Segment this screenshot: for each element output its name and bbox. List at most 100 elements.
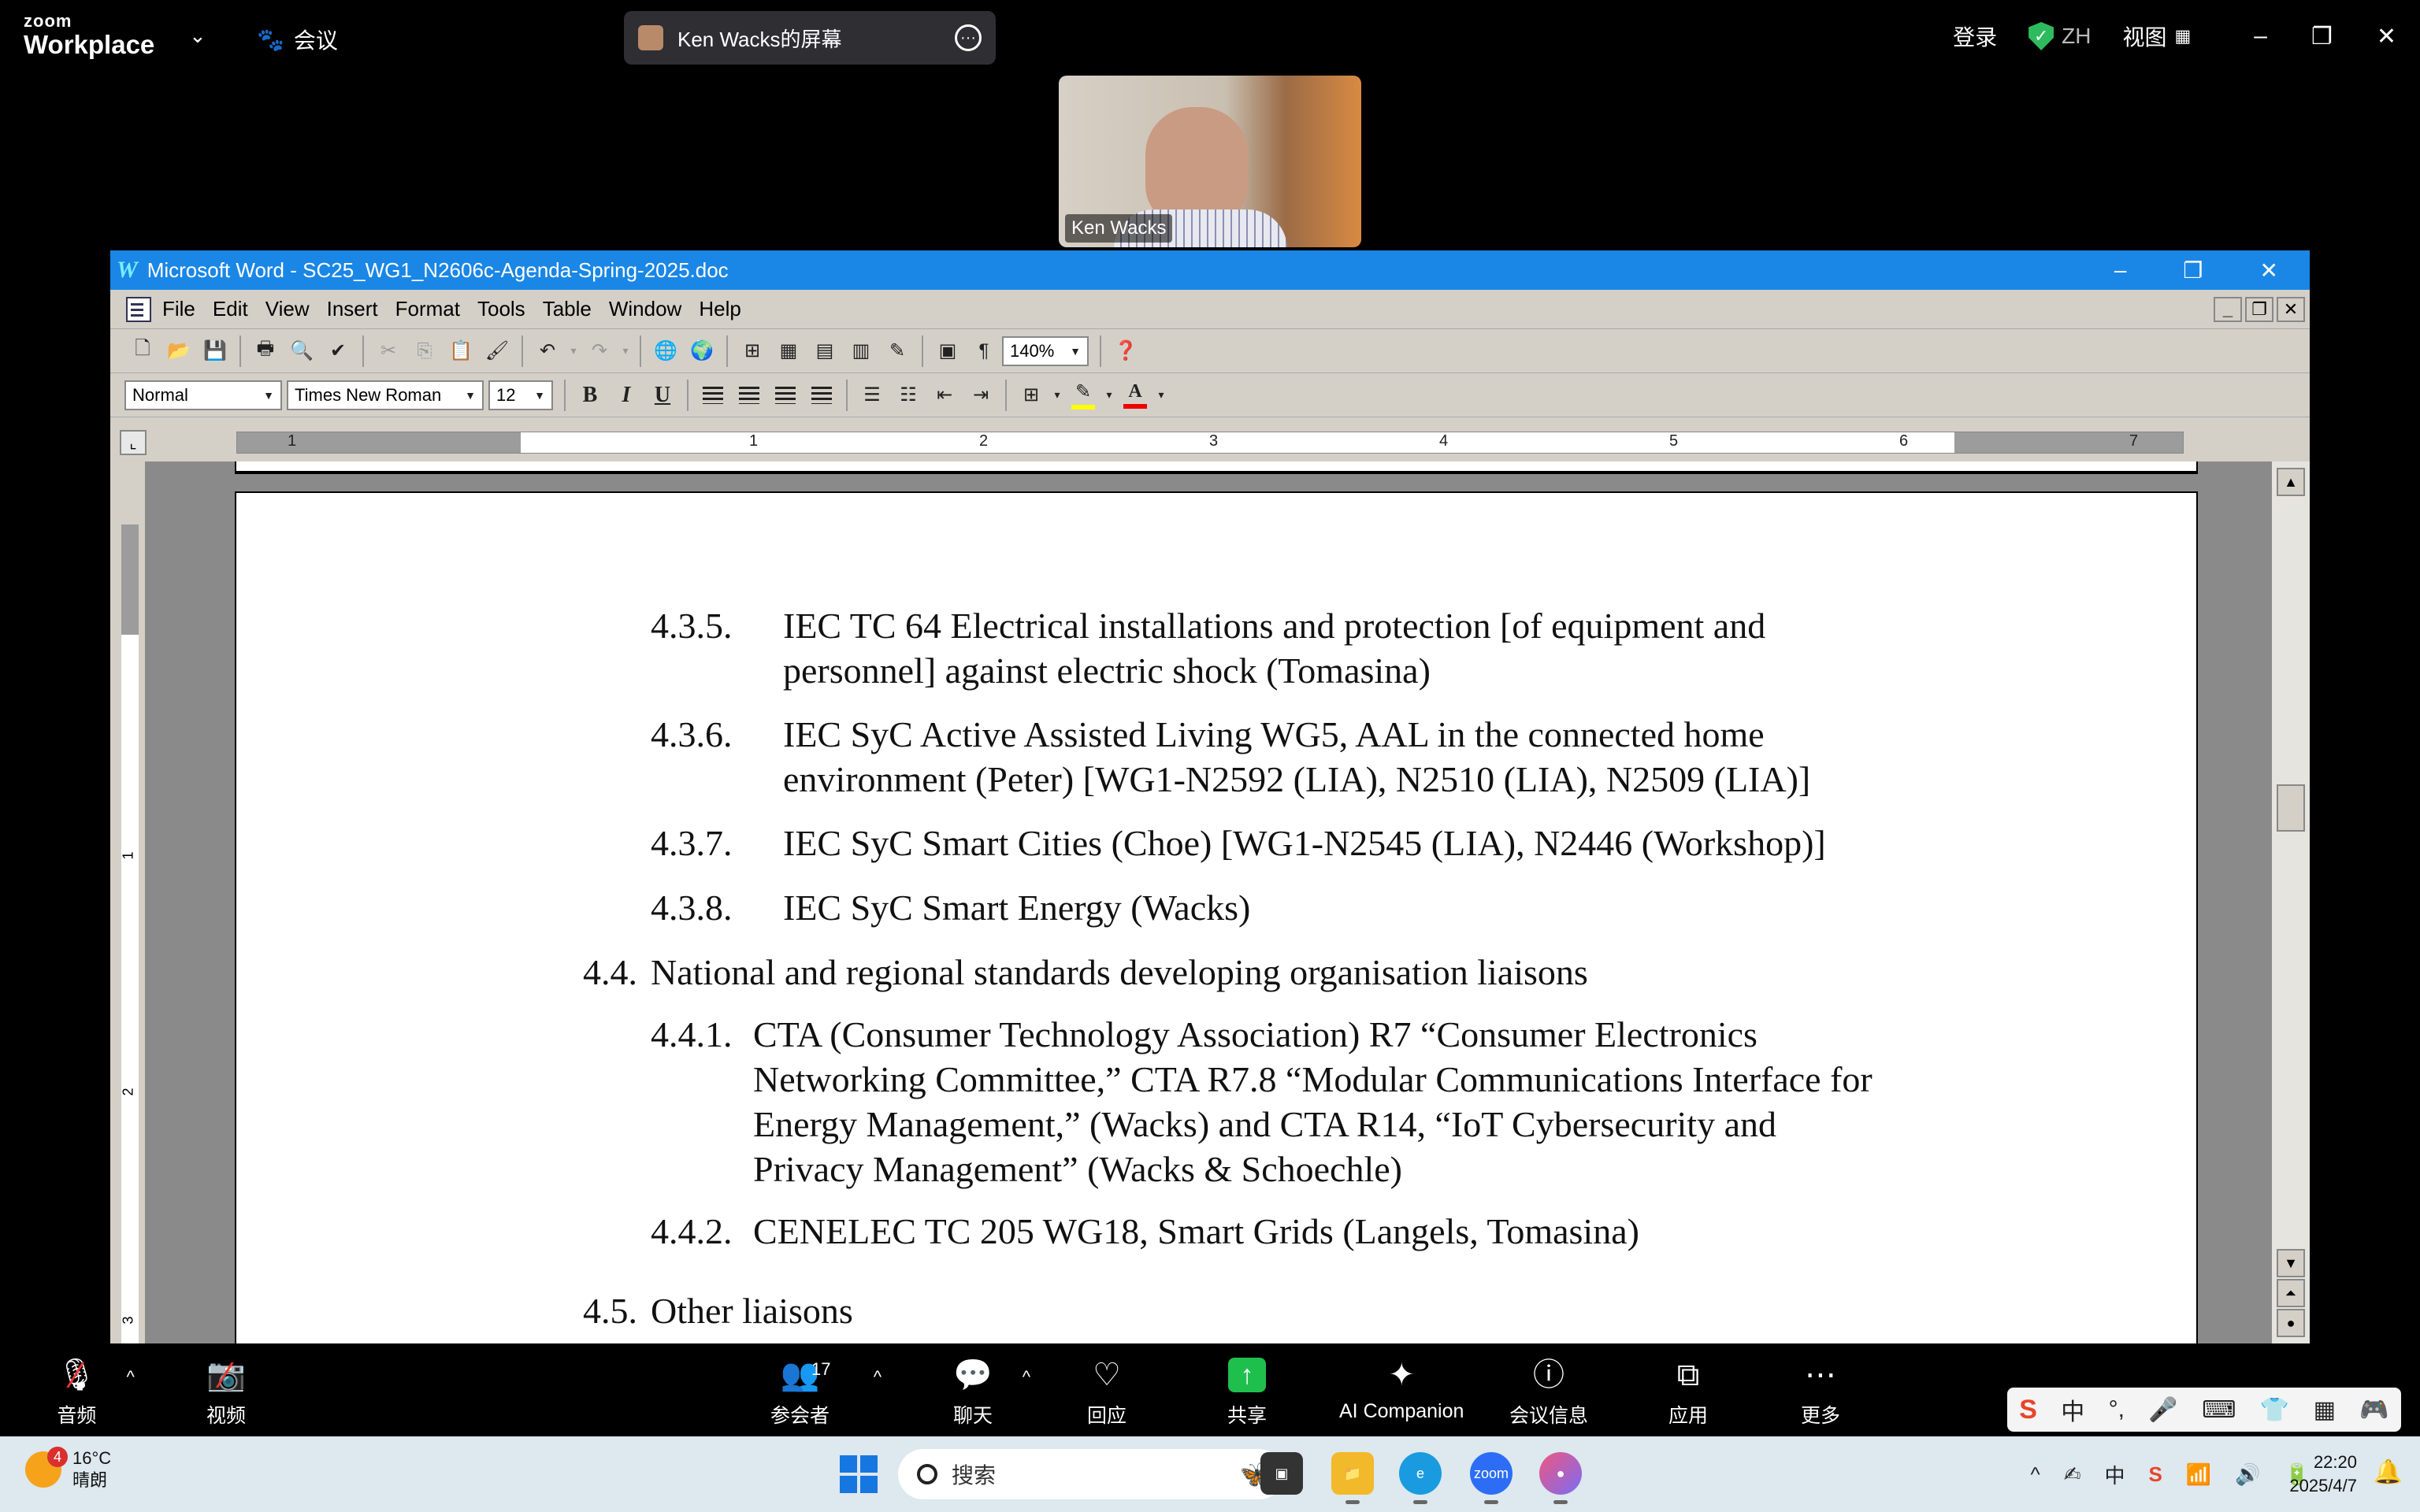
chevron-up-icon[interactable]: ^ <box>2031 1462 2040 1487</box>
format-painter-icon[interactable]: 🖌 <box>479 335 515 368</box>
underline-icon[interactable]: U <box>644 379 681 412</box>
meeting-info-button[interactable]: ⓘ 会议信息 <box>1509 1356 1588 1429</box>
audio-button[interactable]: 🎙 ⁄ 音频 ^ <box>57 1356 135 1429</box>
borders-icon[interactable]: ⊞ <box>1013 379 1049 412</box>
participants-button[interactable]: 👥 17 参会者 ^ <box>770 1356 882 1429</box>
font-color-icon[interactable]: A <box>1117 379 1153 412</box>
help-icon[interactable]: ❓ <box>1108 335 1144 368</box>
doc-minimize-icon[interactable]: _ <box>2214 296 2242 322</box>
ai-companion-button[interactable]: ✦ AI Companion <box>1339 1356 1464 1423</box>
undo-icon[interactable]: ↶ <box>529 335 566 368</box>
increase-indent-icon[interactable]: ⇥ <box>963 379 999 412</box>
tab-selector-icon[interactable]: ⌞ <box>120 430 147 455</box>
menu-view[interactable]: View <box>265 297 310 321</box>
document-icon[interactable] <box>126 296 151 322</box>
minimize-icon[interactable]: – <box>2254 23 2267 50</box>
file-explorer-icon[interactable]: 📁 <box>1331 1452 1374 1504</box>
doc-close-icon[interactable]: ✕ <box>2277 296 2305 322</box>
insert-excel-icon[interactable]: ▤ <box>807 335 843 368</box>
react-button[interactable]: ♡ 回应 <box>1087 1356 1126 1429</box>
align-left-icon[interactable] <box>695 379 731 412</box>
document-area[interactable]: 4.3.5. IEC TC 64 Electrical installation… <box>145 461 2272 1343</box>
restore-icon[interactable]: ❐ <box>2311 23 2333 50</box>
chat-button[interactable]: 💬 聊天 ^ <box>953 1356 1030 1429</box>
menu-tools[interactable]: Tools <box>477 297 525 321</box>
drawing-icon[interactable]: ✎ <box>879 335 915 368</box>
weather-widget[interactable]: 4 16°C 晴朗 <box>25 1447 111 1492</box>
scroll-up-icon[interactable]: ▲ <box>2277 468 2305 496</box>
columns-icon[interactable]: ▥ <box>843 335 879 368</box>
minimize-icon[interactable]: – <box>2114 258 2127 284</box>
redo-icon[interactable]: ↷ <box>581 335 618 368</box>
bullets-icon[interactable]: ☷ <box>890 379 926 412</box>
copy-icon[interactable]: ⎘ <box>406 335 443 368</box>
close-icon[interactable]: ✕ <box>2260 258 2278 284</box>
bold-icon[interactable]: B <box>572 379 608 412</box>
font-size-combo[interactable]: 12 ▼ <box>488 380 553 410</box>
skin-icon[interactable]: 👕 <box>2260 1396 2289 1424</box>
scroll-down-icon[interactable]: ▼ <box>2277 1249 2305 1277</box>
chevron-up-icon[interactable]: ^ <box>874 1367 882 1388</box>
taskbar-search[interactable]: 搜索 🦋 <box>898 1449 1284 1499</box>
previous-page-icon[interactable]: ⏶ <box>2277 1279 2305 1307</box>
tables-borders-icon[interactable]: ⊞ <box>734 335 770 368</box>
highlight-dropdown-icon[interactable]: ▾ <box>1101 379 1117 412</box>
clock[interactable]: 22:20 2025/4/7 <box>2289 1451 2357 1498</box>
align-center-icon[interactable] <box>731 379 767 412</box>
zoom-combo[interactable]: 140% ▼ <box>1002 335 1089 366</box>
undo-dropdown-icon[interactable]: ▾ <box>566 335 581 368</box>
sogou-tray-icon[interactable]: S <box>2149 1462 2162 1487</box>
menu-help[interactable]: Help <box>699 297 740 321</box>
menu-insert[interactable]: Insert <box>327 297 378 321</box>
document-map-icon[interactable]: ▣ <box>930 335 966 368</box>
spelling-icon[interactable]: ✔ <box>320 335 356 368</box>
justify-icon[interactable] <box>804 379 840 412</box>
edge-browser-icon[interactable]: e <box>1399 1452 1442 1504</box>
save-icon[interactable]: 💾 <box>197 335 233 368</box>
participant-video[interactable]: Ken Wacks <box>1059 76 1361 247</box>
align-right-icon[interactable] <box>767 379 804 412</box>
meeting-menu[interactable]: 🐾 会议 <box>257 24 338 55</box>
vertical-scrollbar[interactable]: ▲ ▼ ⏶ ● <box>2272 461 2310 1343</box>
close-icon[interactable]: ✕ <box>2377 23 2396 50</box>
vertical-ruler[interactable]: 1 2 3 <box>118 461 142 1343</box>
view-button[interactable]: 视图 ▦ <box>2122 20 2191 52</box>
share-button[interactable]: ↑ 共享 <box>1227 1356 1267 1429</box>
highlight-icon[interactable]: ✎ <box>1065 379 1101 412</box>
menu-format[interactable]: Format <box>395 297 460 321</box>
notification-bell-icon[interactable]: 🔔 <box>2374 1458 2403 1486</box>
menu-window[interactable]: Window <box>609 297 681 321</box>
decrease-indent-icon[interactable]: ⇤ <box>926 379 963 412</box>
more-button[interactable]: ⋯ 更多 <box>1801 1356 1840 1429</box>
encryption-status[interactable]: ✓ ZH <box>2028 22 2091 50</box>
paste-icon[interactable]: 📋 <box>443 335 479 368</box>
doc-restore-icon[interactable]: ❐ <box>2245 296 2273 322</box>
scroll-thumb[interactable] <box>2277 784 2305 832</box>
microphone-icon[interactable]: 🎤 <box>2148 1396 2177 1424</box>
insert-table-icon[interactable]: ▦ <box>770 335 807 368</box>
print-icon[interactable]: 🖶 <box>247 335 284 368</box>
zoom-app-icon[interactable]: zoom <box>1470 1452 1512 1504</box>
keyboard-icon[interactable]: ⌨ <box>2202 1396 2236 1424</box>
ime-tray-icon[interactable]: 中 <box>2105 1460 2125 1489</box>
apps-button[interactable]: ⧉ 应用 <box>1668 1356 1708 1429</box>
web-toolbar-icon[interactable]: 🌍 <box>684 335 720 368</box>
open-folder-icon[interactable]: 📂 <box>161 335 197 368</box>
borders-dropdown-icon[interactable]: ▾ <box>1049 379 1065 412</box>
document-page[interactable]: 4.3.5. IEC TC 64 Electrical installation… <box>235 491 2198 1343</box>
restore-icon[interactable]: ❐ <box>2183 258 2203 284</box>
sogou-logo-icon[interactable]: S <box>2019 1395 2037 1425</box>
font-combo[interactable]: Times New Roman ▼ <box>287 380 484 410</box>
font-color-dropdown-icon[interactable]: ▾ <box>1153 379 1169 412</box>
ime-language[interactable]: 中 <box>2061 1392 2084 1427</box>
numbering-icon[interactable]: ☰ <box>854 379 890 412</box>
select-browse-object-icon[interactable]: ● <box>2277 1309 2305 1337</box>
print-preview-icon[interactable]: 🔍 <box>284 335 320 368</box>
pen-icon[interactable]: ✍ <box>2064 1462 2081 1487</box>
game-icon[interactable]: 🎮 <box>2359 1396 2388 1424</box>
wifi-icon[interactable]: 📶 <box>2186 1462 2211 1487</box>
toolbox-icon[interactable]: ▦ <box>2314 1396 2336 1424</box>
horizontal-ruler[interactable]: ⌞ 1 1 2 3 4 5 6 7 <box>110 422 2310 461</box>
chevron-up-icon[interactable]: ^ <box>1023 1367 1030 1388</box>
menu-table[interactable]: Table <box>543 297 592 321</box>
